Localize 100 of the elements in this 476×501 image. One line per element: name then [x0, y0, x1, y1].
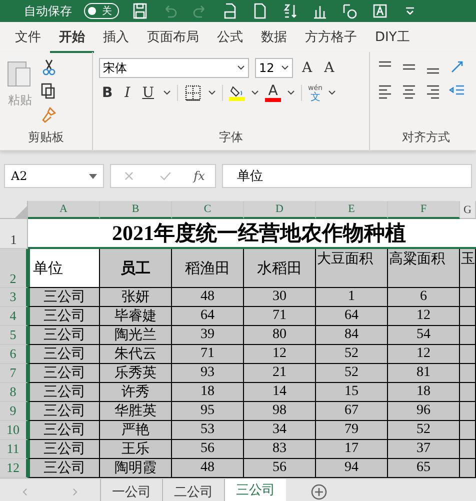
ribbon-tab[interactable]: 公式	[208, 22, 252, 52]
ribbon-tab[interactable]: 方方格子	[296, 22, 366, 52]
table-cell: 张妍	[100, 288, 172, 307]
header-cell: 稻渔田	[172, 249, 244, 288]
sort-icon[interactable]	[281, 2, 299, 20]
row-header[interactable]: 5	[0, 326, 28, 345]
column-header[interactable]: D	[244, 201, 316, 219]
table-cell	[460, 440, 476, 459]
table-cell: 乐秀英	[100, 364, 172, 383]
text-box-icon[interactable]	[371, 2, 389, 20]
ribbon-tab[interactable]: 插入	[94, 22, 138, 52]
table-cell	[460, 288, 476, 307]
row-header[interactable]: 2	[0, 249, 28, 288]
row-header[interactable]: 8	[0, 383, 28, 402]
shapes-icon[interactable]	[341, 2, 359, 20]
group-label: 对齐方式	[401, 129, 451, 146]
decrease-font-button[interactable]: A	[321, 60, 338, 76]
table-cell: 14	[244, 383, 316, 402]
table-cell	[460, 326, 476, 345]
save-icon[interactable]	[131, 2, 149, 20]
row-header[interactable]: 7	[0, 364, 28, 383]
ribbon-tab[interactable]: 页面布局	[138, 22, 208, 52]
header-cell: 大豆面积	[316, 249, 388, 288]
header-cell: 水稻田	[244, 249, 316, 288]
column-header[interactable]: A	[28, 201, 100, 219]
table-cell	[460, 421, 476, 440]
header-cell: 员工	[100, 249, 172, 288]
table-cell: 37	[388, 440, 460, 459]
ribbon-tab[interactable]: 数据	[252, 22, 296, 52]
row-header[interactable]: 9	[0, 402, 28, 421]
column-header[interactable]: E	[316, 201, 388, 219]
fill-color-button[interactable]	[229, 85, 246, 101]
table-cell: 84	[316, 326, 388, 345]
table-cell: 71	[172, 345, 244, 364]
table-cell: 三公司	[28, 459, 100, 478]
table-cell: 1	[316, 288, 388, 307]
table-cell: 64	[316, 307, 388, 326]
row-header[interactable]: 3	[0, 288, 28, 307]
font-color-button[interactable]: A	[265, 84, 282, 102]
group-label: 剪贴板	[27, 129, 65, 146]
insert-function-button[interactable]: fx	[194, 169, 205, 183]
dropdown-icon[interactable]	[287, 90, 296, 96]
row-header[interactable]: 12	[0, 459, 28, 478]
dropdown-icon[interactable]	[237, 65, 245, 71]
row-header[interactable]: 11	[0, 440, 28, 459]
table-cell: 三公司	[28, 364, 100, 383]
row-header[interactable]: 1	[0, 219, 28, 249]
column-header[interactable]: G	[460, 201, 476, 219]
format-painter-icon[interactable]	[40, 106, 58, 124]
table-cell: 18	[388, 383, 460, 402]
ribbon-tab[interactable]: 文件	[6, 22, 50, 52]
column-header[interactable]: F	[388, 201, 460, 219]
table-cell: 56	[244, 459, 316, 478]
table-cell: 三公司	[28, 402, 100, 421]
add-sheet-icon[interactable]	[310, 482, 328, 500]
table-cell: 53	[172, 421, 244, 440]
underline-button[interactable]: U	[139, 85, 158, 101]
row-header[interactable]: 10	[0, 421, 28, 440]
row-header[interactable]: 4	[0, 307, 28, 326]
dropdown-icon[interactable]	[208, 90, 216, 96]
dropdown-icon[interactable]	[328, 90, 336, 96]
italic-button[interactable]: I	[122, 85, 134, 101]
table-cell: 陶明霞	[100, 459, 172, 478]
ribbon-tab[interactable]: DIY工	[366, 22, 419, 52]
table-cell: 34	[244, 421, 316, 440]
table-cell: 毕睿婕	[100, 307, 172, 326]
dropdown-icon[interactable]	[281, 65, 289, 71]
formula-field[interactable]: 单位	[222, 164, 472, 188]
bold-button[interactable]: B	[99, 85, 116, 101]
table-cell: 严艳	[100, 421, 172, 440]
increase-font-button[interactable]: A	[299, 60, 316, 76]
table-cell: 52	[316, 364, 388, 383]
table-cell: 朱代云	[100, 345, 172, 364]
name-box[interactable]: A2	[4, 164, 104, 188]
autosave-toggle[interactable]: 关	[84, 3, 119, 19]
table-cell: 98	[244, 402, 316, 421]
table-cell: 21	[244, 364, 316, 383]
table-cell: 79	[316, 421, 388, 440]
table-cell: 三公司	[28, 345, 100, 364]
table-cell: 6	[388, 288, 460, 307]
font-size-field[interactable]: 12	[255, 58, 293, 78]
column-header[interactable]: B	[100, 201, 172, 219]
sheet-tab[interactable]: 三公司	[224, 479, 286, 501]
table-cell: 三公司	[28, 440, 100, 459]
borders-icon[interactable]	[184, 84, 202, 102]
table-cell: 三公司	[28, 288, 100, 307]
header-cell: 玉	[460, 249, 476, 288]
table-cell	[460, 345, 476, 364]
cut-icon[interactable]	[40, 58, 58, 76]
font-name-field[interactable]: 宋体	[99, 58, 249, 78]
table-cell: 三公司	[28, 421, 100, 440]
table-cell: 81	[388, 364, 460, 383]
table-cell: 三公司	[28, 383, 100, 402]
row-header[interactable]: 6	[0, 345, 28, 364]
column-header[interactable]: C	[172, 201, 244, 219]
dropdown-icon[interactable]	[163, 90, 172, 96]
table-cell: 三公司	[28, 307, 100, 326]
dropdown-icon[interactable]	[251, 90, 260, 96]
table-cell: 56	[172, 440, 244, 459]
table-cell: 三公司	[28, 326, 100, 345]
